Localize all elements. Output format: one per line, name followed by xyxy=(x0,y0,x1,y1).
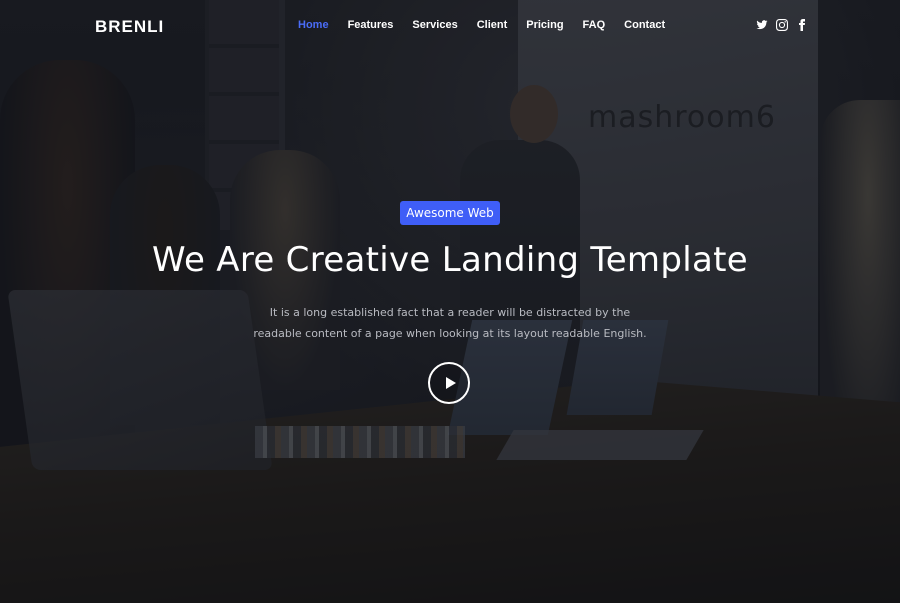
play-video-button[interactable] xyxy=(428,362,470,404)
nav-item-services[interactable]: Services xyxy=(412,19,457,31)
play-icon xyxy=(445,377,456,389)
instagram-icon[interactable] xyxy=(776,19,788,31)
social-links xyxy=(756,19,808,31)
nav-item-home[interactable]: Home xyxy=(298,19,329,31)
nav-item-pricing[interactable]: Pricing xyxy=(526,19,563,31)
background-laptop-base xyxy=(496,430,704,460)
background-person xyxy=(110,165,220,425)
nav-item-features[interactable]: Features xyxy=(348,19,394,31)
nav-item-faq[interactable]: FAQ xyxy=(583,19,606,31)
main-nav: Home Features Services Client Pricing FA… xyxy=(298,19,684,31)
hero-description-line: readable content of a page when looking … xyxy=(253,327,647,340)
background-laptop xyxy=(7,290,273,470)
background-table xyxy=(0,380,900,603)
nav-item-client[interactable]: Client xyxy=(477,19,508,31)
hero-title: We Are Creative Landing Template xyxy=(152,240,748,280)
hero-badge: Awesome Web xyxy=(400,201,500,225)
hero-description-line: It is a long established fact that a rea… xyxy=(269,306,631,319)
brand-logo[interactable]: BRENLI xyxy=(95,17,164,37)
background-binders xyxy=(255,426,465,458)
facebook-icon[interactable] xyxy=(796,19,808,31)
nav-item-contact[interactable]: Contact xyxy=(624,19,665,31)
background-presenter-head xyxy=(510,85,558,143)
twitter-icon[interactable] xyxy=(756,19,768,31)
background-wall-logo: mashroom6 xyxy=(588,100,776,135)
background-person xyxy=(820,100,900,480)
hero-section: mashroom6 BRENLI Home Features Services … xyxy=(0,0,900,603)
site-header: BRENLI Home Features Services Client Pri… xyxy=(0,0,900,54)
hero-description: It is a long established fact that a rea… xyxy=(250,302,650,344)
